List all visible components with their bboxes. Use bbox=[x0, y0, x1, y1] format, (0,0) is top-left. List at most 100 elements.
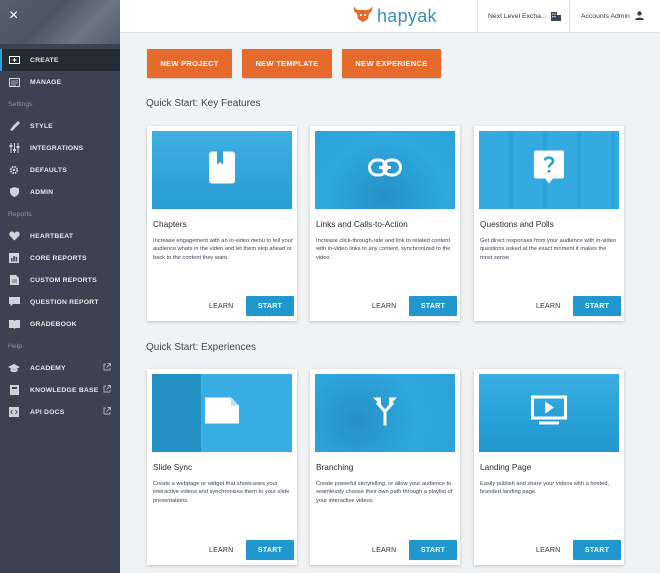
sidebar-item-label: ACADEMY bbox=[30, 364, 66, 372]
book-icon bbox=[8, 319, 20, 329]
start-button[interactable]: START bbox=[246, 540, 294, 560]
sidebar-item-api-docs[interactable]: API DOCS bbox=[0, 401, 120, 423]
sidebar-item-gradebook[interactable]: GRADEBOOK bbox=[0, 313, 120, 335]
section-title-experiences: Quick Start: Experiences bbox=[146, 342, 257, 353]
card-description: Easily publish and share your videos wit… bbox=[480, 481, 609, 496]
gear-icon bbox=[8, 165, 20, 175]
slide-icon bbox=[205, 397, 239, 429]
sidebar-section-settings: Settings bbox=[8, 100, 33, 108]
sidebar-item-label: DEFAULTS bbox=[30, 166, 67, 174]
start-button[interactable]: START bbox=[409, 540, 457, 560]
start-button[interactable]: START bbox=[573, 296, 621, 316]
create-icon bbox=[8, 55, 20, 65]
sidebar-item-style[interactable]: STYLE bbox=[0, 115, 120, 137]
sidebar-item-create[interactable]: CREATE bbox=[0, 49, 120, 71]
sidebar-item-core-reports[interactable]: CORE REPORTS bbox=[0, 247, 120, 269]
sidebar-item-label: GRADEBOOK bbox=[30, 320, 77, 328]
account-switcher[interactable]: Next Level Excha... bbox=[488, 0, 561, 33]
feature-card-links: Links and Calls-to-Action Increase click… bbox=[310, 126, 460, 321]
card-title: Landing Page bbox=[480, 462, 532, 472]
notebook-icon bbox=[8, 385, 20, 395]
close-icon[interactable]: × bbox=[9, 7, 18, 25]
sidebar-item-manage[interactable]: MANAGE bbox=[0, 71, 120, 93]
bookmark-icon bbox=[209, 151, 235, 189]
external-link-icon bbox=[103, 385, 111, 393]
learn-link[interactable]: LEARN bbox=[209, 547, 233, 554]
sidebar-item-label: CUSTOM REPORTS bbox=[30, 276, 97, 284]
bar-chart-icon bbox=[8, 253, 20, 263]
sidebar-item-label: MANAGE bbox=[30, 78, 62, 86]
question-icon bbox=[534, 150, 564, 190]
manage-icon bbox=[8, 77, 20, 87]
code-icon bbox=[8, 407, 20, 417]
card-description: Increase engagement with an in-video men… bbox=[153, 238, 293, 261]
external-link-icon bbox=[103, 407, 111, 415]
sidebar-item-label: QUESTION REPORT bbox=[30, 298, 99, 306]
sidebar-item-label: HEARTBEAT bbox=[30, 232, 74, 240]
card-description: Increase click-through-rate and link to … bbox=[316, 238, 451, 261]
section-title-features: Quick Start: Key Features bbox=[146, 98, 261, 109]
header-divider bbox=[477, 0, 478, 33]
brush-icon bbox=[8, 121, 20, 131]
card-thumbnail bbox=[315, 374, 455, 452]
sidebar-item-question-report[interactable]: QUESTION REPORT bbox=[0, 291, 120, 313]
heart-icon bbox=[8, 231, 20, 241]
sidebar-item-knowledge-base[interactable]: KNOWLEDGE BASE bbox=[0, 379, 120, 401]
experience-card-landing-page: Landing Page Easily publish and share yo… bbox=[474, 369, 624, 565]
learn-link[interactable]: LEARN bbox=[536, 303, 560, 310]
card-description: Create a webpage or widget that showcase… bbox=[153, 481, 290, 504]
sidebar-item-custom-reports[interactable]: CUSTOM REPORTS bbox=[0, 269, 120, 291]
user-icon bbox=[634, 11, 644, 22]
sidebar: × CREATE MANAGE Settings STYLE INTEGRATI… bbox=[0, 0, 120, 573]
start-button[interactable]: START bbox=[409, 296, 457, 316]
card-title: Slide Sync bbox=[153, 462, 193, 472]
card-thumbnail bbox=[479, 374, 619, 452]
shield-icon bbox=[8, 187, 20, 197]
header-divider bbox=[569, 0, 570, 33]
card-title: Branching bbox=[316, 462, 354, 472]
chat-icon bbox=[8, 297, 20, 307]
link-icon bbox=[368, 158, 402, 182]
feature-card-questions: Questions and Polls Get direct responses… bbox=[474, 126, 624, 321]
user-name: Accounts Admin bbox=[581, 13, 630, 20]
top-header: hapyak Next Level Excha... Accounts Admi… bbox=[120, 0, 660, 33]
start-button[interactable]: START bbox=[246, 296, 294, 316]
start-button[interactable]: START bbox=[573, 540, 621, 560]
sidebar-item-academy[interactable]: ACADEMY bbox=[0, 357, 120, 379]
sidebar-item-integrations[interactable]: INTEGRATIONS bbox=[0, 137, 120, 159]
card-title: Chapters bbox=[153, 219, 187, 229]
sidebar-item-label: KNOWLEDGE BASE bbox=[30, 386, 99, 394]
learn-link[interactable]: LEARN bbox=[209, 303, 233, 310]
sidebar-item-admin[interactable]: ADMIN bbox=[0, 181, 120, 203]
branch-icon bbox=[372, 396, 398, 431]
sidebar-item-heartbeat[interactable]: HEARTBEAT bbox=[0, 225, 120, 247]
card-description: Get direct responses from your audience … bbox=[480, 238, 616, 261]
learn-link[interactable]: LEARN bbox=[372, 547, 396, 554]
new-project-button[interactable]: NEW PROJECT bbox=[147, 49, 232, 78]
yak-logo-icon bbox=[352, 5, 374, 28]
sliders-icon bbox=[8, 143, 20, 153]
card-title: Questions and Polls bbox=[480, 219, 554, 229]
new-template-button[interactable]: NEW TEMPLATE bbox=[242, 49, 332, 78]
sidebar-item-label: ADMIN bbox=[30, 188, 54, 196]
hapyak-logo[interactable]: hapyak bbox=[352, 5, 437, 28]
logo-wordmark: hapyak bbox=[377, 6, 437, 26]
experience-card-branching: Branching Create powerful storytelling, … bbox=[310, 369, 460, 565]
graduation-cap-icon bbox=[8, 363, 20, 373]
account-name: Next Level Excha... bbox=[488, 13, 547, 20]
experience-card-slide-sync: Slide Sync Create a webpage or widget th… bbox=[147, 369, 297, 565]
sidebar-item-label: CORE REPORTS bbox=[30, 254, 87, 262]
feature-card-chapters: Chapters Increase engagement with an in-… bbox=[147, 126, 297, 321]
new-experience-button[interactable]: NEW EXPERIENCE bbox=[342, 49, 441, 78]
learn-link[interactable]: LEARN bbox=[372, 303, 396, 310]
card-description: Create powerful storytelling, or allow y… bbox=[316, 481, 453, 504]
card-thumbnail bbox=[152, 131, 292, 209]
learn-link[interactable]: LEARN bbox=[536, 547, 560, 554]
sidebar-item-label: API DOCS bbox=[30, 408, 65, 416]
user-menu[interactable]: Accounts Admin bbox=[581, 0, 644, 33]
sidebar-item-label: CREATE bbox=[30, 56, 59, 64]
sidebar-item-defaults[interactable]: DEFAULTS bbox=[0, 159, 120, 181]
card-thumbnail bbox=[152, 374, 292, 452]
sidebar-header: × bbox=[0, 0, 120, 44]
video-play-icon bbox=[531, 395, 567, 431]
